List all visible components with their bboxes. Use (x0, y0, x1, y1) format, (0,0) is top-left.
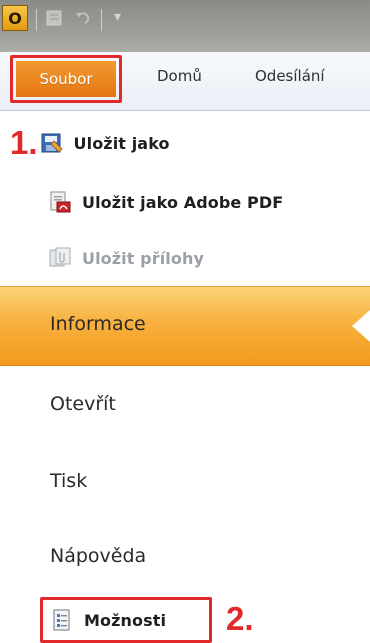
save-as-command[interactable]: 1. Uložit jako (0, 123, 170, 163)
quick-access-toolbar: O ▾ (2, 3, 121, 43)
send-receive-icon[interactable] (45, 8, 65, 28)
save-attachments-command: Uložit přílohy (48, 238, 204, 278)
menu-item-help[interactable]: Nápověda (50, 545, 146, 567)
step-1-annotation: 1. (10, 124, 38, 161)
undo-icon[interactable] (73, 8, 93, 28)
adobe-pdf-icon (50, 191, 71, 213)
save-attachments-icon (49, 247, 71, 267)
menu-item-print[interactable]: Tisk (50, 470, 87, 492)
active-item-pointer (352, 310, 370, 342)
tab-file[interactable]: Soubor (16, 61, 116, 97)
app-icon-letter: O (8, 8, 22, 28)
tab-home[interactable]: Domů (157, 67, 202, 85)
options-label: Možnosti (84, 610, 167, 630)
save-as-icon (41, 133, 63, 153)
save-as-label: Uložit jako (73, 133, 170, 153)
step-2-annotation: 2. (226, 600, 254, 637)
menu-item-info-label: Informace (50, 313, 146, 335)
menu-item-options[interactable]: Možnosti (50, 600, 166, 640)
tab-send-receive[interactable]: Odesílání (255, 67, 325, 85)
ribbon-tabs: Soubor Domů Odesílání (0, 52, 370, 111)
save-attachments-label: Uložit přílohy (82, 248, 205, 268)
outlook-app-icon[interactable]: O (2, 5, 28, 31)
toolbar-separator (36, 9, 37, 31)
options-icon (53, 609, 70, 631)
customize-toolbar-icon[interactable]: ▾ (114, 9, 121, 25)
toolbar-separator (101, 9, 102, 31)
save-as-adobe-pdf-command[interactable]: Uložit jako Adobe PDF (48, 182, 283, 222)
tab-file-label: Soubor (39, 70, 93, 88)
title-bar: O ▾ (0, 0, 370, 52)
save-as-adobe-pdf-label: Uložit jako Adobe PDF (82, 192, 284, 212)
menu-item-open[interactable]: Otevřít (50, 393, 116, 415)
